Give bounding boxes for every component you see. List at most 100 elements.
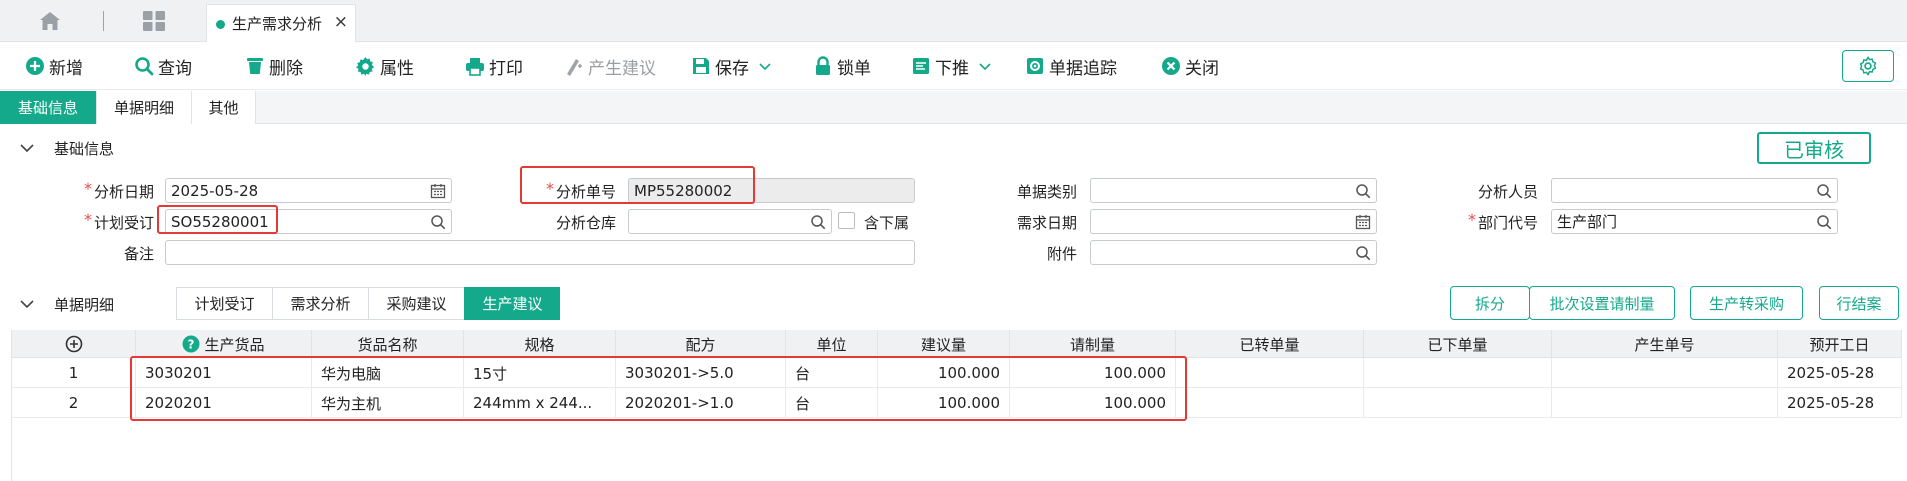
document-type-label: 单据类别 xyxy=(1016,182,1077,201)
demand-date-field[interactable] xyxy=(1090,209,1377,234)
search-icon[interactable] xyxy=(1355,183,1371,199)
product-name-cell[interactable]: 华为主机 xyxy=(312,388,464,418)
product-code-cell[interactable]: 3030201 xyxy=(136,358,312,388)
generated-no-cell[interactable] xyxy=(1552,358,1778,388)
analyst-field[interactable] xyxy=(1551,178,1838,203)
request-qty-cell[interactable]: 100.000 xyxy=(1010,388,1176,418)
properties-label: 属性 xyxy=(380,58,414,79)
spec-cell[interactable]: 15寸 xyxy=(464,358,616,388)
transferred-qty-cell[interactable] xyxy=(1176,358,1364,388)
split-button[interactable]: 拆分 xyxy=(1450,286,1530,320)
formula-cell[interactable]: 2020201->1.0 xyxy=(616,388,786,418)
tab-plan-order[interactable]: 计划受订 xyxy=(176,287,272,320)
generated-no-cell[interactable] xyxy=(1552,388,1778,418)
col-product[interactable]: ? 生产货品 xyxy=(136,330,312,358)
basic-info-header[interactable]: 基础信息 xyxy=(20,136,114,160)
search-icon[interactable] xyxy=(1355,245,1371,261)
tab-purchase-suggestion[interactable]: 采购建议 xyxy=(368,287,464,320)
generate-suggestion-button[interactable]: 产生建议 xyxy=(564,54,656,79)
col-generated-no[interactable]: 产生单号 xyxy=(1552,330,1778,358)
department-code-field[interactable]: 生产部门 xyxy=(1551,209,1838,234)
add-row-header[interactable] xyxy=(12,330,136,358)
chevron-down-icon[interactable] xyxy=(979,60,991,72)
trash-icon xyxy=(247,58,263,74)
close-line-button[interactable]: 行结案 xyxy=(1819,286,1899,320)
suggested-qty-cell[interactable]: 100.000 xyxy=(878,358,1010,388)
document-type-field[interactable] xyxy=(1090,178,1377,203)
tab-production-demand-analysis[interactable]: 生产需求分析 × xyxy=(206,4,356,42)
batch-set-request-qty-button[interactable]: 批次设置请制量 xyxy=(1529,286,1675,320)
production-to-purchase-button[interactable]: 生产转采购 xyxy=(1690,286,1803,320)
col-request-qty[interactable]: 请制量 xyxy=(1010,330,1176,358)
planned-start-cell[interactable]: 2025-05-28 xyxy=(1778,388,1902,418)
table-row[interactable]: 1 3030201 华为电脑 15寸 3030201->5.0 台 100.00… xyxy=(12,358,1902,388)
suggested-qty-cell[interactable]: 100.000 xyxy=(878,388,1010,418)
product-name-cell[interactable]: 华为电脑 xyxy=(312,358,464,388)
new-button[interactable]: 新增 xyxy=(25,54,83,79)
request-qty-cell[interactable]: 100.000 xyxy=(1010,358,1176,388)
calendar-icon[interactable] xyxy=(430,183,446,199)
plus-circle-icon xyxy=(26,57,44,75)
spec-cell[interactable]: 244mm x 244... xyxy=(464,388,616,418)
close-button[interactable]: 关闭 xyxy=(1161,54,1219,79)
trace-button[interactable]: 单据追踪 xyxy=(1025,54,1117,79)
tab-production-suggestion[interactable]: 生产建议 xyxy=(464,287,560,320)
search-icon[interactable] xyxy=(1816,183,1832,199)
lock-button[interactable]: 锁单 xyxy=(813,54,871,79)
transferred-qty-cell[interactable] xyxy=(1176,388,1364,418)
delete-label: 删除 xyxy=(269,58,303,79)
save-button[interactable]: 保存 xyxy=(691,54,775,79)
analysis-no-field[interactable]: MP55280002 xyxy=(628,178,915,203)
col-transferred-qty[interactable]: 已转单量 xyxy=(1176,330,1364,358)
ordered-qty-cell[interactable] xyxy=(1364,358,1552,388)
col-product-name[interactable]: 货品名称 xyxy=(312,330,464,358)
analysis-warehouse-field[interactable] xyxy=(628,209,832,234)
detail-header[interactable]: 单据明细 xyxy=(20,292,114,316)
include-sub-label: 含下属 xyxy=(864,213,910,232)
search-icon[interactable] xyxy=(810,214,826,230)
plan-order-field[interactable]: SO55280001 xyxy=(165,209,452,234)
help-icon[interactable]: ? xyxy=(182,335,200,353)
ordered-qty-cell[interactable] xyxy=(1364,388,1552,418)
analysis-date-field[interactable]: 2025-05-28 xyxy=(165,178,452,203)
unit-cell[interactable]: 台 xyxy=(786,388,878,418)
settings-button[interactable] xyxy=(1842,50,1894,82)
push-down-button[interactable]: 下推 xyxy=(911,54,995,79)
attachment-field[interactable] xyxy=(1090,240,1377,265)
tab-bar-divider xyxy=(103,11,104,31)
query-button[interactable]: 查询 xyxy=(134,54,192,79)
search-icon[interactable] xyxy=(430,214,446,230)
col-suggested-qty[interactable]: 建议量 xyxy=(878,330,1010,358)
product-code-cell[interactable]: 2020201 xyxy=(136,388,312,418)
planned-start-cell[interactable]: 2025-05-28 xyxy=(1778,358,1902,388)
delete-button[interactable]: 删除 xyxy=(245,54,303,79)
tab-basic-info[interactable]: 基础信息 xyxy=(0,91,97,124)
floppy-icon xyxy=(693,58,709,74)
formula-cell[interactable]: 3030201->5.0 xyxy=(616,358,786,388)
wand-icon xyxy=(567,59,582,76)
col-unit[interactable]: 单位 xyxy=(786,330,878,358)
col-formula[interactable]: 配方 xyxy=(616,330,786,358)
tab-document-details[interactable]: 单据明细 xyxy=(97,91,192,124)
col-planned-start[interactable]: 预开工日 xyxy=(1778,330,1902,358)
row-index: 1 xyxy=(12,358,136,388)
col-spec[interactable]: 规格 xyxy=(464,330,616,358)
print-button[interactable]: 打印 xyxy=(465,54,523,79)
calendar-icon[interactable] xyxy=(1355,214,1371,230)
col-ordered-qty[interactable]: 已下单量 xyxy=(1364,330,1552,358)
analysis-no-label: * 分析单号 xyxy=(545,178,616,201)
table-row[interactable]: 2 2020201 华为主机 244mm x 244... 2020201->1… xyxy=(12,388,1902,418)
properties-button[interactable]: 属性 xyxy=(356,54,414,79)
tab-demand-analysis[interactable]: 需求分析 xyxy=(272,287,368,320)
window-tab-bar: 生产需求分析 × xyxy=(0,0,1907,42)
include-sub-checkbox[interactable] xyxy=(838,212,855,229)
add-circle-icon[interactable] xyxy=(65,335,83,353)
grid-icon[interactable] xyxy=(142,10,166,32)
unit-cell[interactable]: 台 xyxy=(786,358,878,388)
chevron-down-icon[interactable] xyxy=(759,60,771,72)
tab-other[interactable]: 其他 xyxy=(192,91,256,124)
note-field[interactable] xyxy=(165,240,915,265)
home-icon[interactable] xyxy=(38,10,62,32)
search-icon[interactable] xyxy=(1816,214,1832,230)
close-tab-icon[interactable]: × xyxy=(334,12,348,32)
